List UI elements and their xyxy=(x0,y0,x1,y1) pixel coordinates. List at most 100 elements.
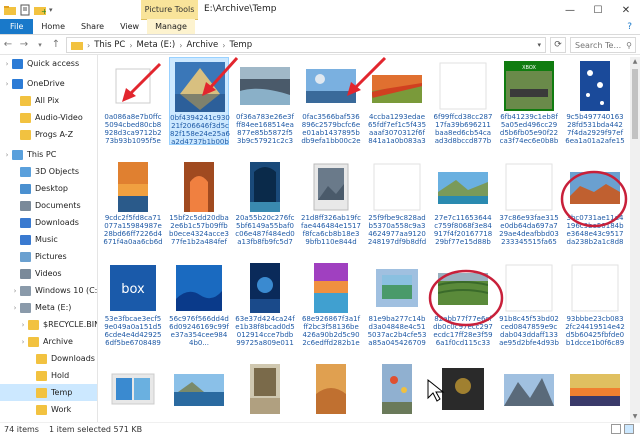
file-tile[interactable] xyxy=(565,360,625,422)
nav-item[interactable]: Hold xyxy=(0,367,97,384)
file-tile[interactable]: 82abb77f77e6cfdb0c0c97ecc297ecdc17ff28e3… xyxy=(433,259,493,347)
file-tile[interactable]: 68e926867f3a1fff2bc3f58136be426a90b2d5c9… xyxy=(301,259,361,347)
file-tile[interactable]: 9cdc2f5fd8ca71077a15984987e28bd66ff7226d… xyxy=(103,158,163,246)
tab-manage[interactable]: Manage xyxy=(147,19,195,34)
file-tile[interactable]: 25f9fbe9c828adb5370a558c9a34624977aa9120… xyxy=(367,158,427,246)
expand-icon[interactable]: › xyxy=(10,304,20,312)
breadcrumb-meta-drive[interactable]: Meta (E:) xyxy=(137,40,176,50)
nav-item[interactable]: › Quick access xyxy=(0,55,97,72)
nav-item[interactable]: Pictures xyxy=(0,248,97,265)
breadcrumb-temp[interactable]: Temp xyxy=(229,40,252,50)
tab-file[interactable]: File xyxy=(0,19,34,34)
nav-item[interactable]: › Windows 10 (C: xyxy=(0,282,97,299)
scroll-thumb[interactable] xyxy=(632,69,638,139)
expand-icon[interactable]: › xyxy=(10,287,20,295)
search-input[interactable] xyxy=(575,40,625,50)
file-tile[interactable]: 15bf2c5dd20dba2e6b1c57b09ffbb0ece4324acc… xyxy=(169,158,229,246)
expand-icon[interactable]: › xyxy=(18,321,28,329)
nav-item[interactable]: Downloads xyxy=(0,350,97,367)
nav-item[interactable]: Progs A-Z xyxy=(0,126,97,143)
chevron-down-icon[interactable]: ▾ xyxy=(49,6,53,14)
file-thumbnail xyxy=(174,162,224,212)
nav-item[interactable]: 3D Objects xyxy=(0,163,97,180)
file-name: 0bf4394241c93021f206646f3d5c82f158e24e25… xyxy=(170,114,230,146)
address-bar[interactable]: › This PC › Meta (E:) › Archive › Temp ▾ xyxy=(66,37,546,53)
folder-icon xyxy=(36,353,47,364)
nav-item[interactable]: Audio-Video xyxy=(0,109,97,126)
up-button[interactable]: ↑ xyxy=(48,36,64,54)
minimize-button[interactable]: — xyxy=(556,0,584,20)
nav-item[interactable]: Desktop xyxy=(0,180,97,197)
file-tile[interactable]: box 53e3fbcae3ecf59e049a0a151d56cde4e4d42… xyxy=(103,259,163,347)
arrow-up-icon: ↑ xyxy=(51,39,61,50)
tab-view[interactable]: View xyxy=(112,19,147,34)
file-tile[interactable]: 27e7c11653644c759f8068f3e84917f4f2016771… xyxy=(433,158,493,246)
file-tile[interactable]: 6f99ffcd38cc28717fa39b696211baa8ed6cb54c… xyxy=(433,57,493,145)
file-tile[interactable] xyxy=(499,360,559,422)
file-tile[interactable]: 21d8ff326ab19fcfae446484e1517f8fca6cb8b1… xyxy=(301,158,361,246)
file-tile[interactable]: XBOX 6fb41239c1eb8f5a05ed496cc29d5b6fb05e… xyxy=(499,57,559,145)
file-tile[interactable]: 91b8c45f53bd02ced0847859e9cdab043ddaff13… xyxy=(499,259,559,347)
nav-item[interactable]: › $RECYCLE.BIN xyxy=(0,316,97,333)
file-tile[interactable]: 0a086a8e7b0ffc5094cbed80cb8928d3ca9712b2… xyxy=(103,57,163,145)
file-tile[interactable] xyxy=(103,360,163,422)
nav-item[interactable]: › OneDrive xyxy=(0,75,97,92)
file-tile[interactable]: 3bc0731ae11d4196c9be50184be3648e43c9517d… xyxy=(565,158,625,246)
file-tile[interactable]: 56c976f566dd4d6d09246169c99fe37a354cee98… xyxy=(169,259,229,347)
details-view-button[interactable] xyxy=(611,424,621,434)
file-tile[interactable] xyxy=(301,360,361,422)
file-tile[interactable]: 0bf4394241c93021f206646f3d5c82f158e24e25… xyxy=(169,57,230,146)
nav-item[interactable]: Documents xyxy=(0,197,97,214)
file-tile[interactable]: 81e9ba277c14bd3a04848e4c515037ac2b4cfe53… xyxy=(367,259,427,347)
vertical-scrollbar[interactable]: ▲ ▼ xyxy=(630,57,640,422)
file-tile[interactable]: 0fac3566baf536896c2579bcfc6ee01ab1437895… xyxy=(301,57,361,145)
scroll-up-icon[interactable]: ▲ xyxy=(630,57,640,67)
nav-item[interactable]: Videos xyxy=(0,265,97,282)
nav-item[interactable]: › Archive xyxy=(0,333,97,350)
nav-item[interactable]: Downloads xyxy=(0,214,97,231)
nav-item[interactable]: All Pix xyxy=(0,92,97,109)
folder-icon xyxy=(20,285,31,296)
nav-item[interactable]: › This PC xyxy=(0,146,97,163)
expand-icon[interactable]: › xyxy=(2,60,12,68)
file-tile[interactable]: 93bbbe23cb0832fc24419514e42d5b60425fbfde… xyxy=(565,259,625,347)
forward-button[interactable]: → xyxy=(16,36,32,54)
tab-share[interactable]: Share xyxy=(73,19,112,34)
file-tile[interactable]: 0f36a783e26e3fff84ee168514ea877e85b5872f… xyxy=(235,57,295,145)
file-tile[interactable]: 9c5b49774016328fd531bda4427f4da2929f97ef… xyxy=(565,57,625,145)
new-folder-icon[interactable]: + xyxy=(34,4,46,16)
nav-item-label: Videos xyxy=(35,269,62,278)
close-button[interactable]: ✕ xyxy=(612,0,640,20)
file-thumbnail xyxy=(306,263,356,313)
nav-item[interactable]: Work xyxy=(0,401,97,418)
expand-icon[interactable]: › xyxy=(18,338,28,346)
expand-icon[interactable]: › xyxy=(2,80,12,88)
arrow-right-icon: → xyxy=(19,39,29,50)
file-tile[interactable]: 20a55b20c276fc5bf6149a55baf0c06e487f484e… xyxy=(235,158,295,246)
search-box[interactable]: ⚲ xyxy=(570,37,636,53)
nav-item[interactable]: Temp xyxy=(0,384,97,401)
nav-item-label: Desktop xyxy=(35,184,68,193)
file-tile[interactable]: 37c86e93fae315e0db64da697a729ae4deafbbd0… xyxy=(499,158,559,246)
file-tile[interactable] xyxy=(169,360,229,422)
expand-icon[interactable]: › xyxy=(2,151,12,159)
file-tile[interactable] xyxy=(367,360,427,422)
file-tile[interactable]: 4ccba1293edae65fdf7ef1c5f435aaaf3070312f… xyxy=(367,57,427,145)
file-tile[interactable] xyxy=(235,360,295,422)
refresh-button[interactable]: ⟳ xyxy=(550,37,566,53)
back-button[interactable]: ← xyxy=(0,36,16,54)
help-icon[interactable]: ? xyxy=(627,22,632,32)
breadcrumb-this-pc[interactable]: This PC xyxy=(94,40,125,50)
tab-home[interactable]: Home xyxy=(33,19,73,34)
recent-locations-button[interactable]: ▾ xyxy=(32,36,48,54)
maximize-button[interactable]: ☐ xyxy=(584,0,612,20)
large-icons-view-button[interactable] xyxy=(624,424,634,434)
chevron-down-icon[interactable]: ▾ xyxy=(537,41,541,49)
nav-item[interactable]: Music xyxy=(0,231,97,248)
scroll-down-icon[interactable]: ▼ xyxy=(630,412,640,422)
properties-icon[interactable] xyxy=(19,4,31,16)
file-tile[interactable] xyxy=(433,360,493,422)
file-tile[interactable]: 63e37d424ca24fe1b38f8bcad0d5012914cce7bd… xyxy=(235,259,295,347)
nav-item[interactable]: › Meta (E:) xyxy=(0,299,97,316)
breadcrumb-archive[interactable]: Archive xyxy=(186,40,218,50)
